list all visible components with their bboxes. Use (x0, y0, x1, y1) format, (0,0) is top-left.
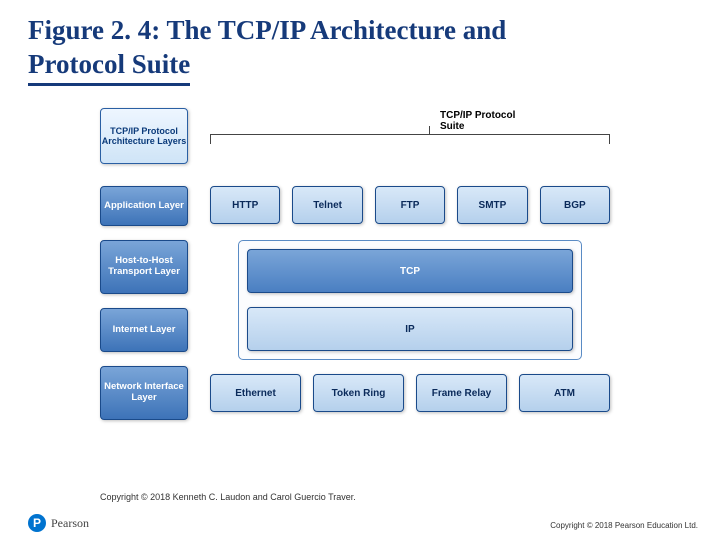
title-line-2: Protocol Suite (28, 48, 190, 85)
layer-transport: Host-to-Host Transport Layer (100, 240, 188, 294)
proto-frame-relay: Frame Relay (416, 374, 507, 412)
tcp-ip-group: TCP IP (238, 240, 582, 360)
proto-bgp: BGP (540, 186, 610, 224)
proto-ip: IP (247, 307, 573, 351)
proto-ftp: FTP (375, 186, 445, 224)
row-network: Ethernet Token Ring Frame Relay ATM (210, 374, 610, 412)
proto-telnet: Telnet (292, 186, 362, 224)
suite-bracket (210, 120, 610, 138)
layers-header-box: TCP/IP Protocol Architecture Layers (100, 108, 188, 164)
pearson-badge-icon: P (28, 514, 46, 532)
tcpip-diagram: TCP/IP Protocol Architecture Layers Appl… (100, 108, 610, 468)
layer-network-interface: Network Interface Layer (100, 366, 188, 420)
pearson-logo: P Pearson (28, 514, 89, 532)
proto-atm: ATM (519, 374, 610, 412)
row-application: HTTP Telnet FTP SMTP BGP (210, 186, 610, 224)
layer-internet: Internet Layer (100, 308, 188, 352)
proto-token-ring: Token Ring (313, 374, 404, 412)
pearson-brand-text: Pearson (51, 516, 89, 531)
title-line-1: Figure 2. 4: The TCP/IP Architecture and (28, 15, 506, 45)
image-copyright: Copyright © 2018 Kenneth C. Laudon and C… (100, 492, 356, 502)
footer-copyright: Copyright © 2018 Pearson Education Ltd. (550, 521, 698, 530)
slide-title: Figure 2. 4: The TCP/IP Architecture and… (28, 14, 692, 86)
proto-ethernet: Ethernet (210, 374, 301, 412)
proto-smtp: SMTP (457, 186, 527, 224)
proto-tcp: TCP (247, 249, 573, 293)
layer-application: Application Layer (100, 186, 188, 226)
proto-http: HTTP (210, 186, 280, 224)
